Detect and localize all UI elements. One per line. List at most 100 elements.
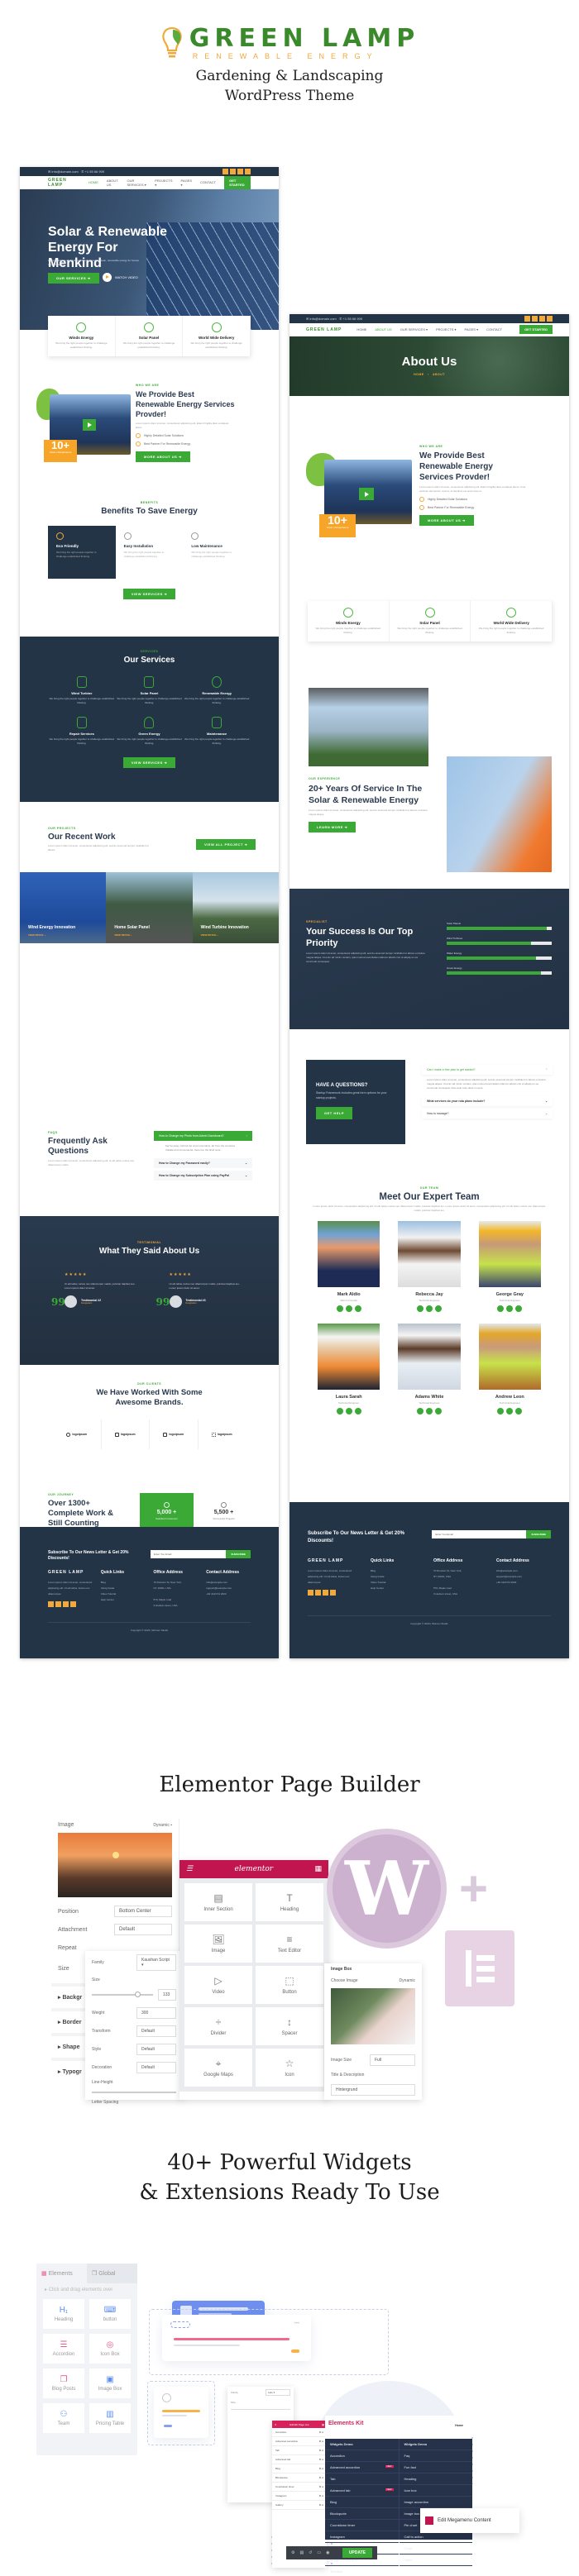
ek-nav-home[interactable]: Home — [455, 2424, 463, 2427]
ek-side-item[interactable]: Tab ⚙ ● — [272, 2446, 327, 2455]
more-about-button[interactable]: MORE ABOUT US ➜ — [136, 451, 190, 462]
youtube-icon[interactable] — [515, 1408, 523, 1414]
facebook-icon[interactable] — [416, 1408, 423, 1414]
ek-menu-item[interactable]: Video — [399, 2555, 472, 2566]
twitter-icon[interactable] — [532, 316, 538, 322]
learn-more-button[interactable]: LEARN MORE ➜ — [309, 822, 356, 832]
youtube-icon[interactable] — [434, 1408, 442, 1414]
widget-tile[interactable]: ⬚ Button — [256, 1966, 323, 2004]
faq-item[interactable]: How to manage? ⌄ — [422, 1109, 553, 1119]
facebook-icon[interactable] — [48, 1601, 54, 1607]
twitter-icon[interactable] — [55, 1601, 61, 1607]
footer-logo[interactable]: GREEN LAMP — [48, 1570, 93, 1575]
element-tile[interactable]: ☰ Accordion — [43, 2334, 84, 2364]
ek-menu-item[interactable]: Chart — [399, 2543, 472, 2555]
ek-side-item[interactable]: Instagram ⚙ ● — [272, 2492, 327, 2501]
youtube-icon[interactable] — [354, 1408, 361, 1414]
hamburger-menu-icon[interactable]: ☰ — [186, 1865, 193, 1873]
subscribe-button[interactable]: SUBSCRIBE — [526, 1530, 551, 1538]
toggle-icon[interactable]: ⚙ ● — [319, 2431, 323, 2434]
widget-tile[interactable]: ≡ Text Editor — [256, 1925, 323, 1963]
facebook-icon[interactable] — [524, 316, 530, 322]
footer-link[interactable]: Video Tutorial — [101, 1591, 146, 1597]
instagram-icon[interactable] — [323, 1590, 328, 1596]
ek-menu-item[interactable]: Blog — [325, 2497, 399, 2508]
tab-global[interactable]: ❐ Global — [87, 2264, 137, 2283]
facebook-icon[interactable] — [497, 1408, 505, 1414]
nav-item-about[interactable]: ABOUT US — [375, 327, 391, 332]
twitter-icon[interactable] — [425, 1408, 433, 1414]
youtube-icon[interactable] — [515, 1305, 523, 1312]
toggle-icon[interactable]: ⚙ ● — [319, 2440, 323, 2443]
project-link[interactable]: VIEW DETAIL › — [28, 933, 45, 937]
ek-menu-item[interactable]: Image accordion — [399, 2497, 472, 2508]
twitter-icon[interactable] — [345, 1305, 352, 1312]
topbar-email[interactable]: info@domain.com — [309, 317, 336, 321]
element-tile[interactable]: ⚇ Team — [43, 2403, 84, 2433]
element-tile[interactable]: ⌨ button — [89, 2299, 131, 2329]
facebook-icon[interactable] — [336, 1408, 343, 1414]
toggle-icon[interactable]: ⚙ ● — [319, 2467, 323, 2470]
facebook-icon[interactable] — [223, 169, 228, 174]
ek-side-item[interactable]: Advanced tab ⚙ ● — [272, 2455, 327, 2464]
twitter-icon[interactable] — [230, 169, 236, 174]
ek-side-item[interactable]: Countdown timer ⚙ ● — [272, 2483, 327, 2492]
layers-icon[interactable]: ▤ — [299, 2550, 304, 2555]
facebook-icon[interactable] — [308, 1590, 313, 1596]
slider-handle[interactable] — [134, 1992, 141, 1997]
line-height-slider[interactable] — [92, 2092, 176, 2093]
footer-link[interactable]: Blog — [101, 1580, 146, 1586]
size-input[interactable]: 133 — [158, 1989, 176, 2001]
update-button[interactable]: UPDATE — [342, 2548, 372, 2558]
nav-logo[interactable]: GREEN LAMP — [306, 327, 342, 332]
view-services-button[interactable]: VIEW SERVICES ➜ — [122, 589, 176, 599]
footer-link[interactable]: Help Center — [371, 1586, 425, 1591]
style-select[interactable]: Default — [136, 2044, 176, 2055]
responsive-icon[interactable]: ▭ — [317, 2550, 321, 2555]
widget-tile[interactable]: ÷ Divider — [184, 2007, 252, 2045]
ek-menu-item[interactable]: Accordion — [325, 2450, 399, 2462]
subscribe-button[interactable]: SUBSCRIBE — [226, 1550, 251, 1558]
nav-item-projects[interactable]: PROJECTS ▾ — [436, 327, 456, 332]
nav-item-pages[interactable]: PAGES ▾ — [181, 179, 193, 187]
video-play-button[interactable] — [359, 488, 374, 500]
contact-line[interactable]: +62 4123 54 2003 — [206, 1591, 251, 1597]
toggle-icon[interactable]: ⚙ ● — [319, 2449, 323, 2452]
ek-side-item[interactable]: Blockquote ⚙ ● — [272, 2473, 327, 2483]
section-toggle[interactable]: ▸ Border — [58, 2019, 81, 2025]
faq-open-item[interactable]: How to Change my Photo from Admin Dashbo… — [154, 1131, 252, 1141]
footer-link[interactable]: Using Guide — [101, 1586, 146, 1591]
faq-item[interactable]: How to Change my Subscription Plan using… — [154, 1171, 252, 1181]
ek-menu-item[interactable]: Heading — [399, 2473, 472, 2485]
twitter-icon[interactable] — [315, 1590, 321, 1596]
project-link[interactable]: VIEW DETAIL › — [201, 933, 218, 937]
grid-icon[interactable]: ▦ — [322, 2423, 324, 2426]
nav-item-services[interactable]: OUR SERVICES ▾ — [400, 327, 428, 332]
transform-select[interactable]: Default — [136, 2025, 176, 2037]
toggle-icon[interactable]: ⚙ ● — [319, 2458, 323, 2461]
email-input[interactable]: Enter You Email — [432, 1530, 527, 1538]
footer-link[interactable]: Using Guide — [371, 1574, 425, 1580]
ek-side-item[interactable]: Advanced accordion ⚙ ● — [272, 2437, 327, 2446]
project-card[interactable]: Wind Energy Innovation VIEW DETAIL › — [20, 872, 107, 943]
element-tile[interactable]: H₁ Heading — [43, 2299, 84, 2329]
image-size-select[interactable]: Full — [370, 2054, 415, 2066]
topbar-phone[interactable]: +1 55 66 909 — [85, 169, 104, 174]
nav-item-projects[interactable]: PROJECTS ▾ — [155, 179, 172, 187]
tab-elements[interactable]: ▦ Elements — [36, 2264, 87, 2283]
preview-icon[interactable]: ◉ — [326, 2550, 329, 2555]
position-select[interactable]: Bottom Center — [114, 1906, 172, 1917]
attachment-select[interactable]: Default — [114, 1924, 172, 1935]
ek-menu-item[interactable]: Blockquote — [325, 2508, 399, 2520]
megamenu-card[interactable]: Edit Megamenu Content — [420, 2508, 519, 2533]
twitter-icon[interactable] — [506, 1305, 514, 1312]
video-play-button[interactable] — [83, 419, 96, 431]
ek-side-item[interactable]: Accordion ⚙ ● — [272, 2428, 327, 2437]
email-input[interactable]: Enter You Email — [151, 1550, 227, 1558]
section-toggle[interactable]: ▸ Shape — [58, 2044, 79, 2050]
widget-tile[interactable]: 🖼 Image — [184, 1925, 252, 1963]
get-started-button[interactable]: GET STARTED — [519, 325, 553, 334]
widget-tile[interactable]: T Heading — [256, 1883, 323, 1921]
footer-link[interactable]: Video Tutorial — [371, 1580, 425, 1586]
element-tile[interactable]: ▣ Image Box — [89, 2368, 131, 2398]
